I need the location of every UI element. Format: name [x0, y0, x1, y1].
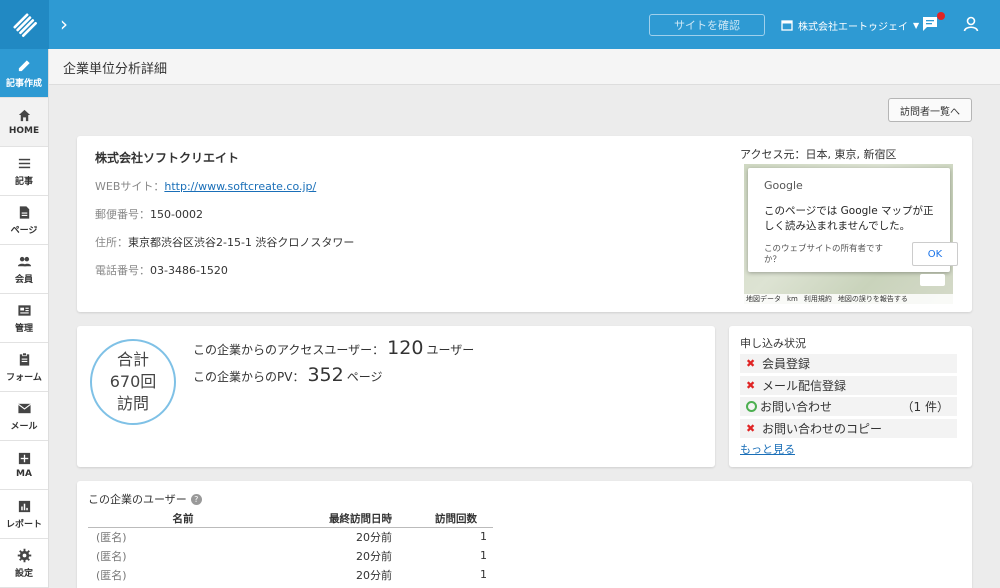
- map-error-message: このページでは Google マップが正しく読み込まれませんでした。: [764, 205, 934, 232]
- check-circle-icon: [746, 401, 757, 412]
- people-icon: [17, 256, 31, 266]
- cross-icon: ✖: [746, 357, 756, 370]
- gear-icon: [17, 548, 31, 562]
- sidebar-item-report[interactable]: レポート: [0, 490, 48, 539]
- phone-value: 03-3486-1520: [150, 264, 228, 277]
- see-more-link[interactable]: もっと見る: [740, 441, 795, 457]
- pv-count: 352: [307, 364, 344, 386]
- status-row-inquiry: お問い合わせ （1 件）: [740, 397, 957, 416]
- user-icon[interactable]: [962, 15, 982, 35]
- table-header: 名前 最終訪問日時 訪問回数: [88, 511, 493, 528]
- application-status-card: 申し込み状況 ✖ 会員登録 ✖ メール配信登録 お問い合わせ （1 件） ✖ お…: [729, 326, 972, 467]
- clipboard-icon: [19, 352, 29, 366]
- access-users-count: 120: [387, 337, 424, 359]
- map-ok-button[interactable]: OK: [912, 242, 958, 266]
- status-row-mail: ✖ メール配信登録: [740, 376, 957, 395]
- cross-icon: ✖: [746, 422, 756, 435]
- total-visits-circle: 合計 670回 訪問: [90, 339, 176, 425]
- website-link[interactable]: http://www.softcreate.co.jp/: [164, 180, 316, 193]
- access-value: 日本, 東京, 新宿区: [805, 148, 897, 161]
- view-site-button[interactable]: サイトを確認: [649, 14, 765, 36]
- sidebar-item-members[interactable]: 会員: [0, 245, 48, 294]
- messages-icon[interactable]: [921, 12, 945, 35]
- expand-sidebar-icon[interactable]: ›: [60, 13, 68, 35]
- calendar-icon: [781, 20, 793, 31]
- phone-row: 電話番号：03-3486-1520: [95, 262, 228, 278]
- list-icon: [18, 158, 30, 168]
- company-selector[interactable]: 株式会社エートゥジェイ ▼: [781, 15, 919, 35]
- col-name[interactable]: 名前: [88, 511, 278, 528]
- page-title: 企業単位分析詳細: [63, 62, 168, 77]
- phone-label: 電話番号：: [95, 264, 150, 277]
- website-label: WEBサイト：: [95, 180, 165, 193]
- company-users-card: この企業のユーザー ? 名前 最終訪問日時 訪問回数 (匿名) 20分前 1 (…: [77, 481, 972, 588]
- users-title: この企業のユーザー ?: [88, 491, 202, 507]
- access-label: アクセス元：: [740, 148, 806, 161]
- sidebar-item-articles[interactable]: 記事: [0, 147, 48, 196]
- map-control[interactable]: [920, 274, 945, 286]
- col-visit-count[interactable]: 訪問回数: [398, 511, 493, 528]
- company-name-heading: 株式会社ソフトクリエイト: [95, 151, 240, 165]
- table-row[interactable]: (匿名) 20分前 1: [88, 527, 493, 546]
- home-icon: [18, 109, 30, 122]
- company-card: 株式会社ソフトクリエイト WEBサイト：http://www.softcreat…: [77, 136, 972, 312]
- sidebar-item-mail[interactable]: メール: [0, 392, 48, 441]
- status-row-member: ✖ 会員登録: [740, 354, 957, 373]
- address-label: 住所：: [95, 236, 128, 249]
- page-header: 企業単位分析詳細: [49, 49, 1000, 85]
- google-logo: Google: [764, 179, 803, 192]
- address-value: 東京都渋谷区渋谷2-15-1 渋谷クロノスタワー: [128, 236, 355, 249]
- col-last-visit[interactable]: 最終訪問日時: [278, 511, 398, 528]
- status-row-inquiry-copy: ✖ お問い合わせのコピー: [740, 419, 957, 438]
- company-name: 株式会社エートゥジェイ: [798, 21, 908, 33]
- help-icon[interactable]: ?: [190, 493, 202, 505]
- app-logo[interactable]: [0, 0, 49, 49]
- map[interactable]: Google このページでは Google マップが正しく読み込まれませんでした…: [744, 164, 953, 304]
- sidebar-item-settings[interactable]: 設定: [0, 539, 48, 588]
- table-row[interactable]: (匿名) 20分前 1: [88, 546, 493, 565]
- sidebar-item-forms[interactable]: フォーム: [0, 343, 48, 392]
- address-row: 住所：東京都渋谷区渋谷2-15-1 渋谷クロノスタワー: [95, 234, 354, 250]
- caret-down-icon: ▼: [913, 20, 920, 30]
- status-title: 申し込み状況: [740, 337, 806, 350]
- visits-card: 合計 670回 訪問 この企業からのアクセスユーザー： 120 ユーザー この企…: [77, 326, 715, 467]
- sidebar-item-manage[interactable]: 管理: [0, 294, 48, 343]
- users-table: 名前 最終訪問日時 訪問回数 (匿名) 20分前 1 (匿名) 20分前 1 (…: [88, 511, 493, 584]
- access-origin: アクセス元：日本, 東京, 新宿区: [740, 146, 896, 162]
- notification-dot: [937, 12, 945, 20]
- page-icon: [19, 205, 29, 219]
- logo-icon: [12, 12, 37, 37]
- top-bar: › サイトを確認 株式会社エートゥジェイ ▼: [0, 0, 1000, 49]
- visitor-list-button[interactable]: 訪問者一覧へ: [888, 98, 972, 122]
- map-footer: 地図データ km 利用規約 地図の誤りを報告する: [744, 294, 953, 304]
- website-row: WEBサイト：http://www.softcreate.co.jp/: [95, 178, 316, 194]
- sidebar-item-ma[interactable]: MA: [0, 441, 48, 490]
- postal-value: 150-0002: [150, 208, 203, 221]
- sidebar-item-home[interactable]: HOME: [0, 98, 48, 147]
- table-row[interactable]: (匿名) 20分前 1: [88, 565, 493, 584]
- cross-icon: ✖: [746, 379, 756, 392]
- pv-stat: この企業からのPV： 352 ページ: [193, 364, 383, 386]
- sidebar: 記事作成 HOME 記事 ページ 会員 管理 フォーム メール MA レポート …: [0, 49, 49, 588]
- access-users-stat: この企業からのアクセスユーザー： 120 ユーザー: [193, 337, 475, 359]
- postal-label: 郵便番号：: [95, 208, 150, 221]
- pencil-icon: [18, 59, 30, 71]
- mail-icon: [17, 403, 31, 413]
- ma-icon: [18, 452, 30, 465]
- inquiry-count: （1 件）: [901, 400, 949, 414]
- sidebar-item-pages[interactable]: ページ: [0, 196, 48, 245]
- manage-icon: [17, 304, 31, 316]
- postal-row: 郵便番号：150-0002: [95, 206, 203, 222]
- map-owner-question: このウェブサイトの所有者ですか？: [764, 244, 884, 265]
- sidebar-item-create-article[interactable]: 記事作成: [0, 49, 48, 98]
- report-icon: [18, 500, 30, 512]
